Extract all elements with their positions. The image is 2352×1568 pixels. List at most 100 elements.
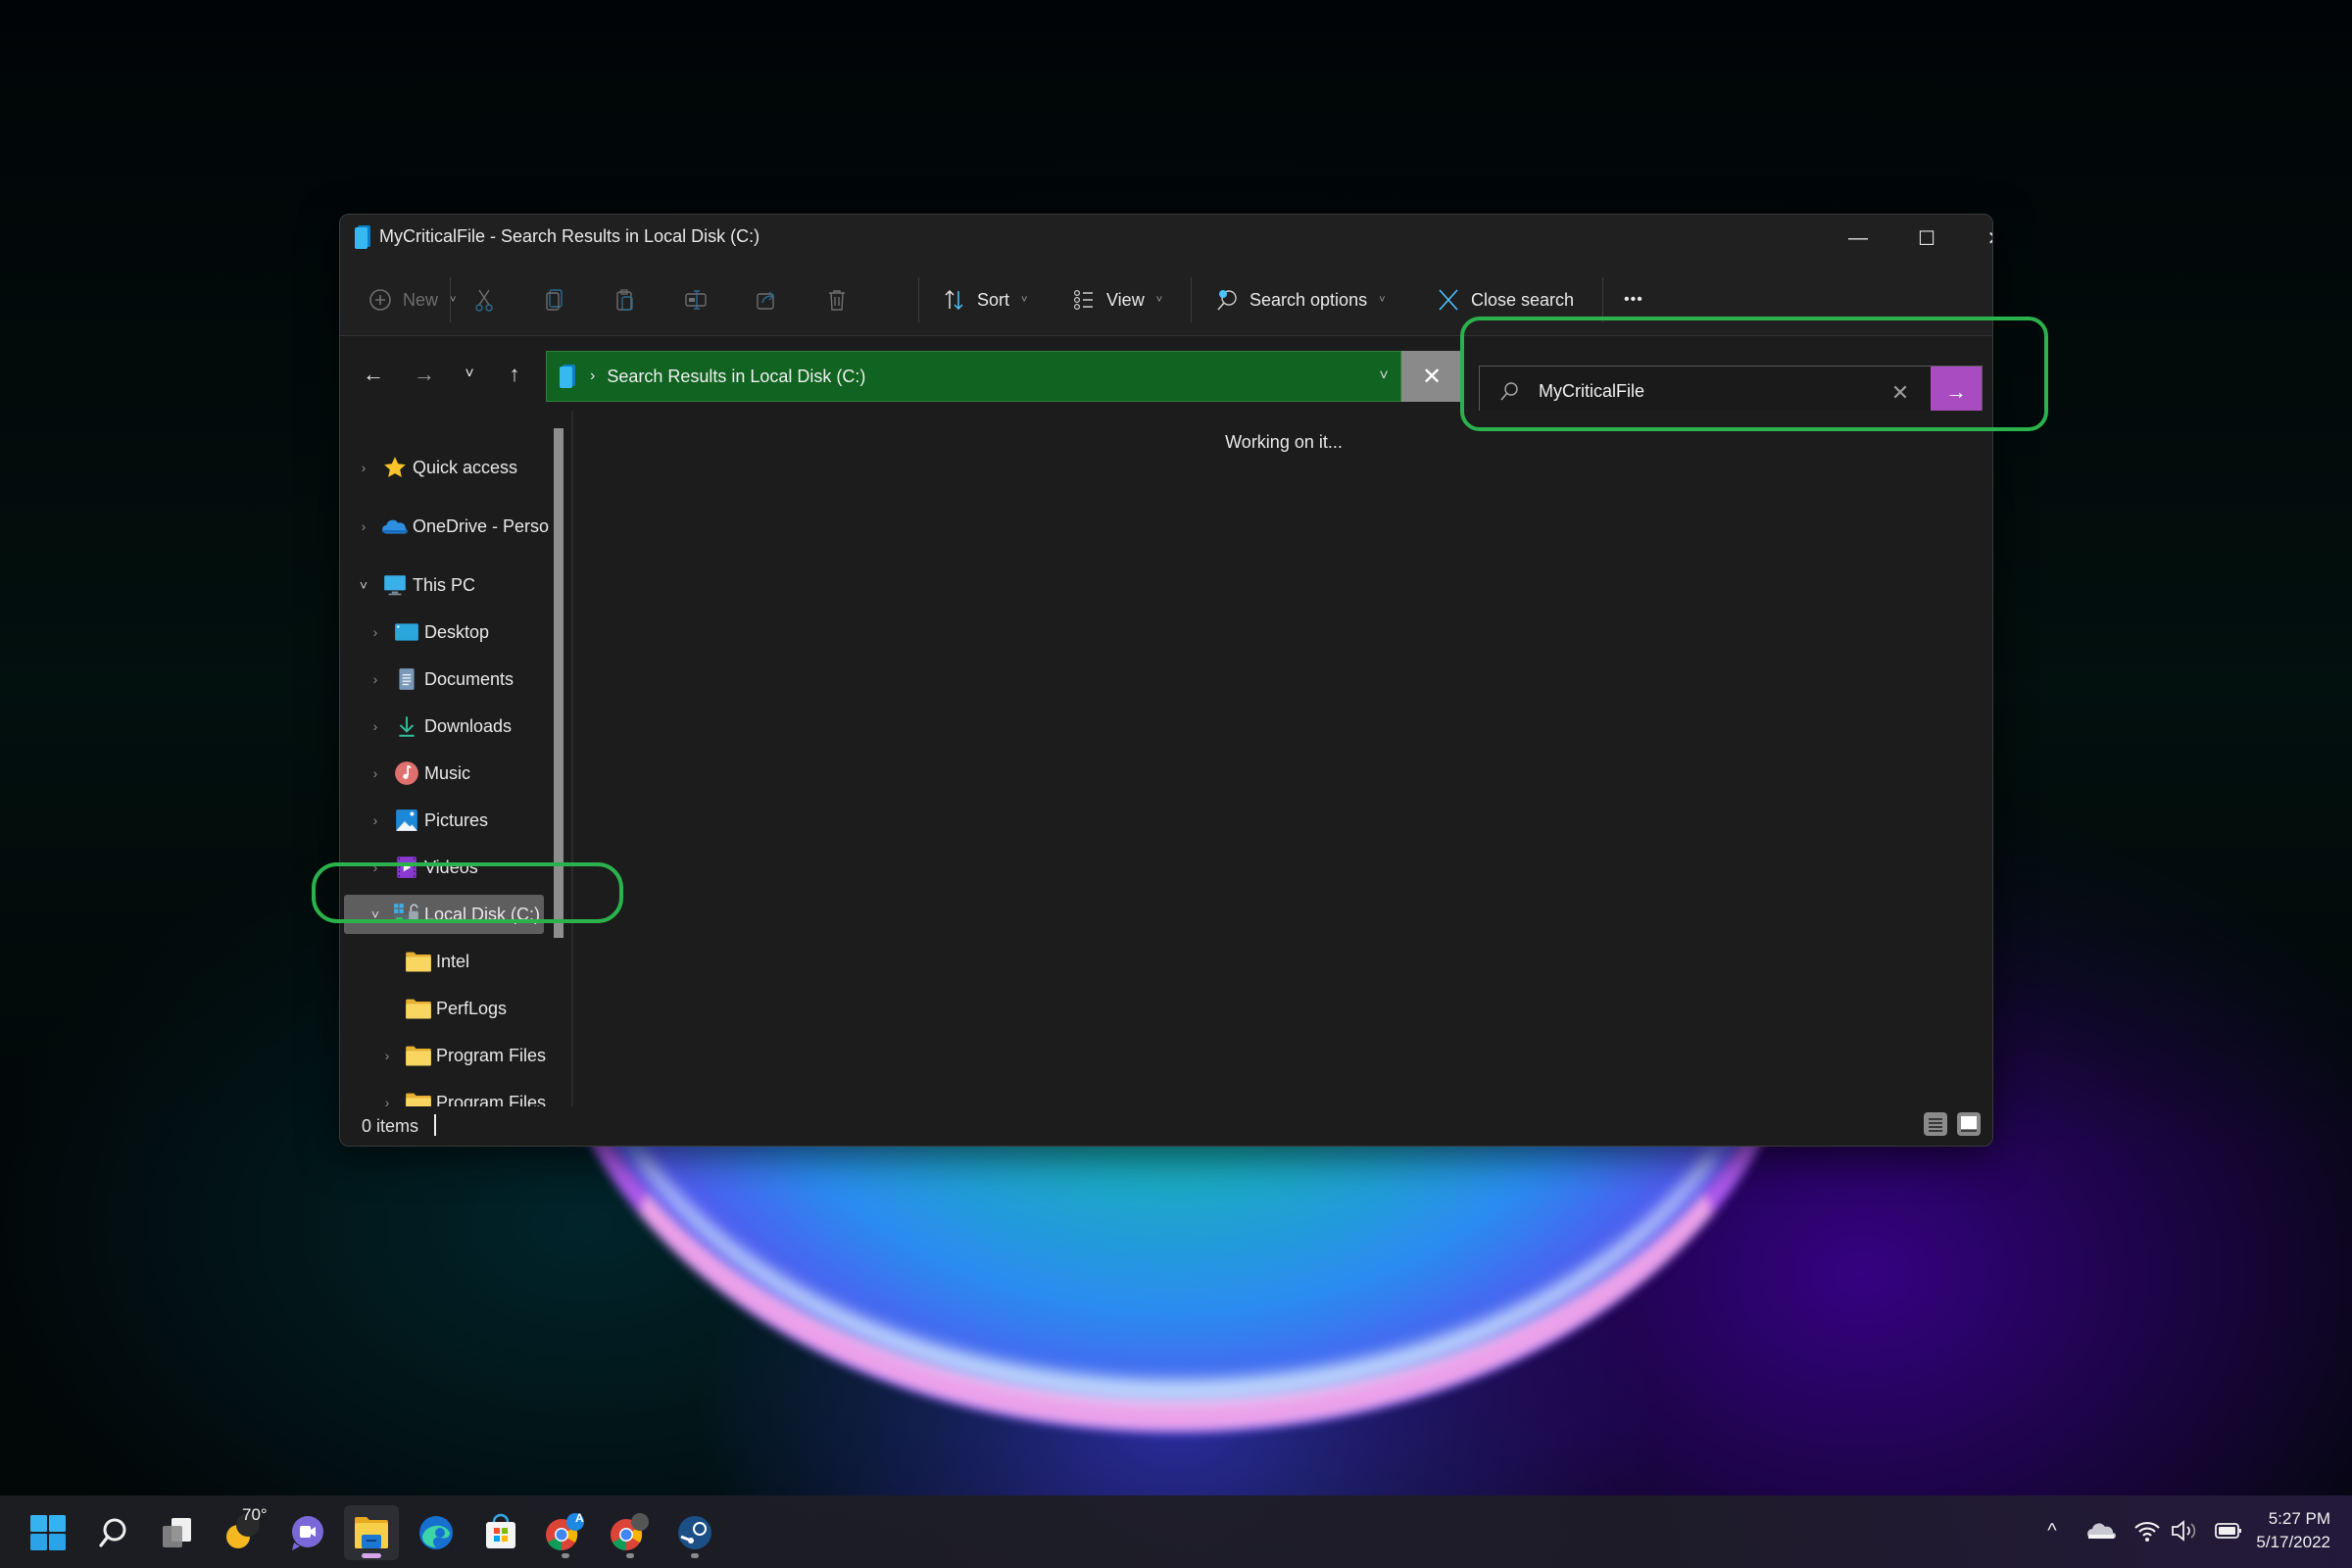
- file-explorer-icon: [355, 1517, 388, 1548]
- sidebar-item-label: Intel: [436, 951, 470, 971]
- toolbar-divider: [1191, 277, 1192, 322]
- title-bar[interactable]: MyCriticalFile - Search Results in Local…: [340, 215, 1992, 264]
- tray-overflow-button[interactable]: ^: [2036, 1513, 2068, 1548]
- maximize-button[interactable]: ☐: [1892, 215, 1961, 262]
- taskbar: 70° A ^ 5:27 PM 5/17/2022: [0, 1495, 2352, 1568]
- address-clear-button[interactable]: ✕: [1401, 351, 1462, 402]
- taskbar-edge[interactable]: [409, 1505, 464, 1560]
- navigation-pane: › Quick access › OneDrive - Perso ˅ This…: [340, 411, 571, 1113]
- details-view-button[interactable]: [1924, 1112, 1947, 1136]
- taskbar-microsoft-store[interactable]: [473, 1505, 528, 1560]
- file-list-area[interactable]: Working on it...: [575, 411, 1992, 1108]
- sort-button[interactable]: Sort ˅: [942, 277, 1027, 322]
- pane-splitter[interactable]: [571, 411, 573, 1108]
- minimize-button[interactable]: —: [1824, 215, 1892, 262]
- chevron-right-icon[interactable]: ›: [364, 812, 387, 828]
- steam-icon: [678, 1516, 711, 1549]
- edge-icon: [419, 1516, 453, 1549]
- new-button[interactable]: New ˅: [368, 277, 456, 322]
- star-icon: [384, 457, 406, 477]
- taskbar-clock[interactable]: 5:27 PM 5/17/2022: [2256, 1507, 2330, 1554]
- running-indicator: [562, 1553, 569, 1558]
- music-icon: [395, 761, 418, 785]
- wifi-icon: [2134, 1521, 2160, 1542]
- sidebar-item-label: Quick access: [413, 457, 518, 477]
- folder-icon: [406, 999, 431, 1019]
- taskbar-weather[interactable]: 70°: [215, 1505, 270, 1560]
- tray-volume[interactable]: [2168, 1513, 2201, 1548]
- copy-icon: [546, 289, 563, 311]
- chevron-down-icon[interactable]: ˅: [352, 577, 375, 593]
- teams-chat-icon: [292, 1516, 323, 1550]
- view-button[interactable]: View ˅: [1071, 277, 1162, 322]
- sidebar-item-this-pc[interactable]: ˅ This PC: [352, 565, 475, 605]
- sidebar-item-onedrive[interactable]: › OneDrive - Perso: [352, 507, 549, 546]
- close-button[interactable]: ✕: [1961, 215, 1992, 262]
- sidebar-item-label: Program Files: [436, 1045, 547, 1065]
- sidebar-item-music[interactable]: › Music: [364, 754, 470, 793]
- download-icon: [399, 716, 415, 737]
- taskbar-steam[interactable]: [667, 1505, 722, 1560]
- copy-button[interactable]: [542, 277, 567, 322]
- sidebar-item-documents[interactable]: › Documents: [364, 660, 514, 699]
- chevron-right-icon[interactable]: ›: [364, 765, 387, 781]
- share-button[interactable]: [754, 277, 779, 322]
- more-icon: •••: [1624, 291, 1643, 308]
- taskbar-chrome-profile-a[interactable]: A: [538, 1505, 593, 1560]
- breadcrumb-search-results[interactable]: Search Results in Local Disk (C:): [607, 367, 865, 387]
- cut-button[interactable]: [471, 277, 497, 322]
- chevron-right-icon[interactable]: ›: [352, 460, 375, 475]
- forward-button[interactable]: →: [405, 357, 444, 392]
- sidebar-item-label: Documents: [424, 668, 514, 689]
- paste-button[interactable]: [612, 277, 638, 322]
- address-history-dropdown[interactable]: ˅: [1371, 364, 1396, 389]
- sidebar-item-perflogs[interactable]: PerfLogs: [375, 989, 507, 1028]
- tray-wifi[interactable]: [2131, 1513, 2164, 1548]
- annotation-search-box-highlight: [1460, 317, 2048, 431]
- onedrive-icon: [382, 519, 408, 534]
- taskbar-task-view[interactable]: [150, 1505, 205, 1560]
- large-icons-view-button[interactable]: [1957, 1112, 1981, 1136]
- sidebar-item-label: Desktop: [424, 621, 490, 642]
- taskbar-start[interactable]: [21, 1505, 75, 1560]
- chevron-right-icon[interactable]: ›: [352, 518, 375, 534]
- desktop-icon: [395, 623, 418, 641]
- sidebar-item-label: Pictures: [424, 809, 489, 830]
- back-button[interactable]: ←: [354, 357, 393, 392]
- sidebar-item-quick-access[interactable]: › Quick access: [352, 448, 517, 487]
- tray-battery[interactable]: [2211, 1513, 2246, 1548]
- taskbar-file-explorer[interactable]: [344, 1505, 399, 1560]
- sidebar-item-pictures[interactable]: › Pictures: [364, 801, 488, 840]
- sidebar-item-downloads[interactable]: › Downloads: [364, 707, 512, 746]
- recent-locations-button[interactable]: ˅: [450, 357, 489, 392]
- rename-button[interactable]: [683, 277, 709, 322]
- sidebar-item-program-files[interactable]: › Program Files: [375, 1036, 546, 1075]
- sidebar-item-intel[interactable]: Intel: [375, 942, 469, 981]
- taskbar-teams-chat[interactable]: [279, 1505, 334, 1560]
- search-options-button[interactable]: Search options ˅: [1214, 277, 1386, 322]
- tray-onedrive[interactable]: [2082, 1513, 2121, 1548]
- address-bar[interactable]: › Search Results in Local Disk (C:) ˅: [546, 351, 1401, 402]
- chevron-right-icon[interactable]: ›: [364, 718, 387, 734]
- sidebar-item-label: Music: [424, 762, 471, 783]
- breadcrumb-chevron-icon[interactable]: ›: [590, 368, 595, 385]
- taskbar-chrome-profile-b[interactable]: [603, 1505, 658, 1560]
- navigation-pane-scrollbar[interactable]: [554, 428, 564, 938]
- running-indicator: [362, 1553, 381, 1558]
- delete-button[interactable]: [824, 277, 850, 322]
- up-button[interactable]: ↑: [495, 357, 534, 392]
- chrome-icon: [611, 1513, 649, 1551]
- chevron-right-icon[interactable]: ›: [375, 1048, 399, 1063]
- maximize-icon: ☐: [1918, 227, 1936, 250]
- running-indicator: [626, 1553, 634, 1558]
- sidebar-item-desktop[interactable]: › Desktop: [364, 612, 489, 652]
- rename-icon: [685, 290, 707, 310]
- sidebar-item-label: Downloads: [424, 715, 513, 736]
- taskbar-search[interactable]: [85, 1505, 140, 1560]
- status-bar: 0 items: [340, 1106, 1992, 1146]
- chevron-right-icon[interactable]: ›: [364, 671, 387, 687]
- monitor-icon: [384, 575, 406, 596]
- arrow-left-icon: ←: [363, 362, 384, 386]
- chevron-right-icon[interactable]: ›: [364, 624, 387, 640]
- volume-icon: [2172, 1520, 2196, 1542]
